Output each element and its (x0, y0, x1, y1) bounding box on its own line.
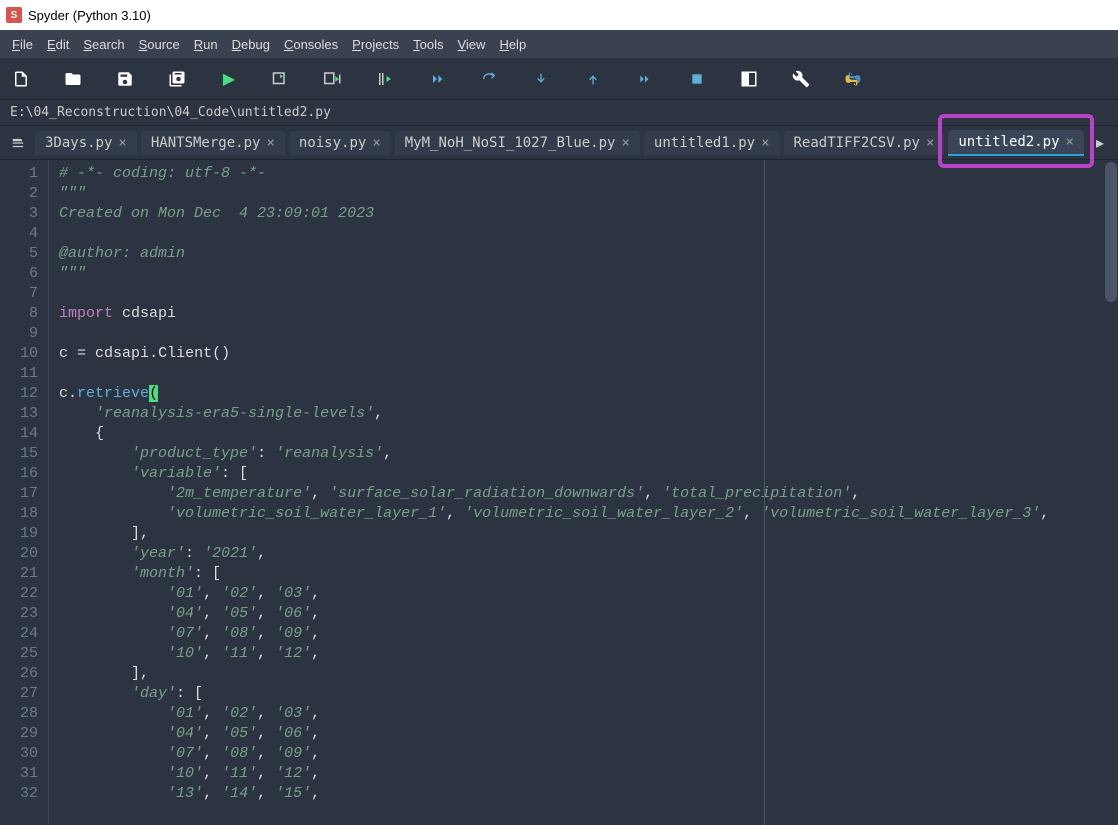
titlebar: S Spyder (Python 3.10) (0, 0, 1118, 30)
tab-untitled1-py[interactable]: untitled1.py × (644, 131, 780, 155)
menu-run[interactable]: Run (188, 33, 224, 56)
menu-help[interactable]: Help (493, 33, 532, 56)
spyder-icon: S (6, 7, 22, 23)
tab-HANTSMerge-py[interactable]: HANTSMerge.py × (141, 131, 285, 155)
menu-projects[interactable]: Projects (346, 33, 405, 56)
menubar: FileEditSearchSourceRunDebugConsolesProj… (0, 30, 1118, 58)
menu-debug[interactable]: Debug (226, 33, 276, 56)
close-icon[interactable]: × (372, 135, 380, 151)
editor-tabbar: 3Days.py×HANTSMerge.py×noisy.py×MyM_NoH_… (0, 126, 1118, 160)
filepath-text: E:\04_Reconstruction\04_Code\untitled2.p… (10, 105, 331, 120)
close-icon[interactable]: × (118, 135, 126, 151)
close-icon[interactable]: × (1066, 134, 1074, 150)
tab-label: untitled1.py (654, 135, 755, 151)
browse-tabs-icon[interactable] (6, 131, 31, 155)
run-selection-icon[interactable] (374, 68, 396, 90)
tab-untitled2-py[interactable]: untitled2.py × (948, 130, 1084, 156)
tab-3Days-py[interactable]: 3Days.py × (35, 131, 137, 155)
preferences-icon[interactable] (790, 68, 812, 90)
run-icon[interactable]: ▶ (218, 68, 240, 90)
menu-search[interactable]: Search (77, 33, 130, 56)
close-icon[interactable]: × (761, 135, 769, 151)
tab-noisy-py[interactable]: noisy.py × (289, 131, 391, 155)
menu-source[interactable]: Source (133, 33, 186, 56)
debug-step-out-icon[interactable] (582, 68, 604, 90)
debug-step-into-icon[interactable] (530, 68, 552, 90)
run-cell-advance-icon[interactable] (322, 68, 344, 90)
close-icon[interactable]: × (926, 135, 934, 151)
menu-tools[interactable]: Tools (407, 33, 449, 56)
tab-ReadTIFF2CSV-py[interactable]: ReadTIFF2CSV.py × (784, 131, 945, 155)
scrollbar-thumb[interactable] (1105, 162, 1117, 302)
maximize-pane-icon[interactable] (738, 68, 760, 90)
python-path-icon[interactable] (842, 68, 864, 90)
new-file-icon[interactable] (10, 68, 32, 90)
more-tabs-icon[interactable]: ▸ (1088, 133, 1112, 153)
menu-file[interactable]: File (6, 33, 39, 56)
debug-step-over-icon[interactable] (478, 68, 500, 90)
tab-label: untitled2.py (958, 134, 1059, 150)
line-gutter: 1234567891011121314151617181920212223242… (0, 160, 49, 825)
close-icon[interactable]: × (621, 135, 629, 151)
tab-label: 3Days.py (45, 135, 112, 151)
tab-label: ReadTIFF2CSV.py (794, 135, 920, 151)
vertical-scrollbar[interactable] (1104, 160, 1118, 825)
tab-label: noisy.py (299, 135, 366, 151)
menu-edit[interactable]: Edit (41, 33, 75, 56)
tab-label: MyM_NoH_NoSI_1027_Blue.py (405, 135, 616, 151)
run-cell-icon[interactable] (270, 68, 292, 90)
tab-MyM_NoH_NoSI_1027_Blue-py[interactable]: MyM_NoH_NoSI_1027_Blue.py × (395, 131, 640, 155)
code-editor[interactable]: 1234567891011121314151617181920212223242… (0, 160, 1118, 825)
window-title: Spyder (Python 3.10) (28, 8, 151, 23)
tab-label: HANTSMerge.py (151, 135, 261, 151)
save-all-icon[interactable] (166, 68, 188, 90)
menu-consoles[interactable]: Consoles (278, 33, 344, 56)
toolbar: ▶ (0, 58, 1118, 100)
close-icon[interactable]: × (266, 135, 274, 151)
menu-view[interactable]: View (451, 33, 491, 56)
debug-continue-icon[interactable] (634, 68, 656, 90)
save-icon[interactable] (114, 68, 136, 90)
code-area[interactable]: # -*- coding: utf-8 -*-"""Created on Mon… (49, 160, 1104, 825)
filepath-bar: E:\04_Reconstruction\04_Code\untitled2.p… (0, 100, 1118, 126)
debug-stop-icon[interactable] (686, 68, 708, 90)
open-folder-icon[interactable] (62, 68, 84, 90)
debug-icon[interactable] (426, 68, 448, 90)
column-ruler (764, 160, 765, 825)
